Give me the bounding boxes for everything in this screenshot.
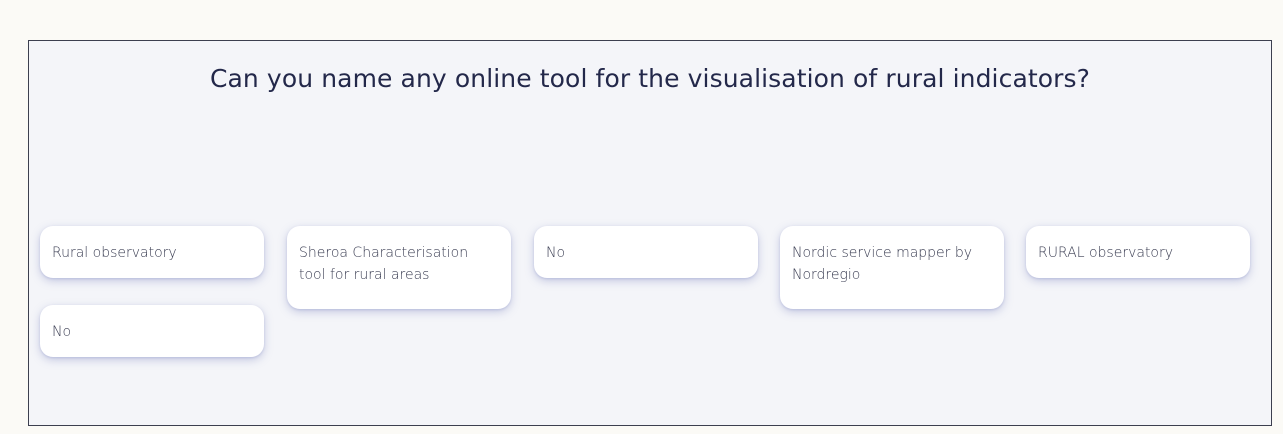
response-text: RURAL observatory	[1038, 245, 1174, 261]
question-title: Can you name any online tool for the vis…	[209, 64, 1091, 93]
response-card: Rural observatory	[40, 226, 264, 278]
response-text: No	[52, 324, 72, 340]
response-panel: Can you name any online tool for the vis…	[28, 40, 1272, 426]
response-text: Nordic service mapper by Nordregio	[792, 245, 973, 283]
response-card: No	[534, 226, 758, 278]
response-text: Sheroa Characterisation tool for rural a…	[299, 245, 469, 283]
response-text: Rural observatory	[52, 245, 177, 261]
response-card: Sheroa Characterisation tool for rural a…	[287, 226, 511, 309]
response-card: RURAL observatory	[1026, 226, 1250, 278]
response-card: Nordic service mapper by Nordregio	[780, 226, 1004, 309]
response-text: No	[546, 245, 566, 261]
response-card: No	[40, 305, 264, 357]
